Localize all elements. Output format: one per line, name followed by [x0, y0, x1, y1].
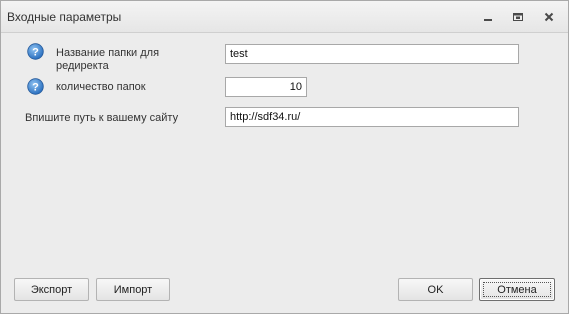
minimize-icon [484, 19, 492, 21]
svg-text:?: ? [32, 82, 39, 94]
minimize-button[interactable] [480, 9, 496, 25]
import-button[interactable]: Импорт [96, 278, 170, 301]
help-icon[interactable]: ? [27, 78, 44, 95]
maximize-button[interactable] [510, 9, 526, 25]
parameters-panel: ? Название папки для редиректа ? количес… [9, 34, 558, 268]
folder-count-label: количество папок [56, 81, 146, 93]
import-button-label: Импорт [113, 283, 153, 296]
help-icon[interactable]: ? [27, 43, 44, 60]
site-path-label: Впишите путь к вашему сайту [25, 112, 179, 124]
ok-button-label: OK [427, 283, 444, 296]
cancel-button-label: Отмена [497, 283, 537, 296]
folder-name-label-line2: редиректа [56, 60, 109, 72]
svg-text:?: ? [32, 47, 39, 59]
ok-button[interactable]: OK [398, 278, 473, 301]
dialog-window: Входные параметры ? Название папки для р… [0, 0, 569, 314]
export-button-label: Экспорт [30, 283, 73, 296]
cancel-button[interactable]: Отмена [479, 278, 555, 301]
site-path-input[interactable] [225, 107, 519, 127]
title-bar[interactable]: Входные параметры [1, 1, 568, 33]
close-icon [544, 12, 554, 22]
export-button[interactable]: Экспорт [14, 278, 89, 301]
folder-name-label-line1: Название папки для [56, 47, 160, 59]
close-button[interactable] [541, 9, 557, 25]
window-title: Входные параметры [7, 10, 122, 24]
folder-count-input[interactable] [225, 77, 307, 97]
maximize-icon [513, 13, 523, 21]
folder-name-input[interactable] [225, 44, 519, 64]
